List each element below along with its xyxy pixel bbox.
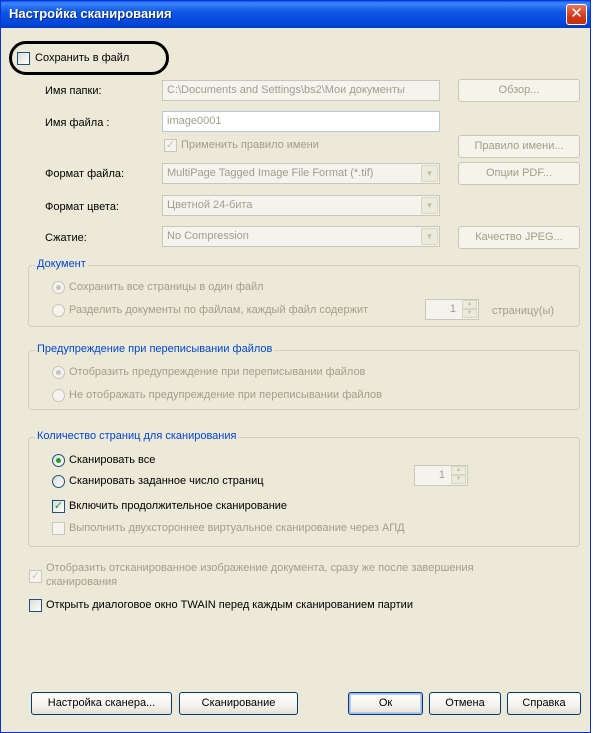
ok-button[interactable]: Ок — [348, 692, 423, 715]
show-warning-label: Отобразить предупреждение при переписыва… — [69, 366, 366, 378]
help-button[interactable]: Справка — [507, 692, 581, 715]
scan-count-label: Сканировать заданное число страниц — [69, 475, 264, 487]
folder-label: Имя папки: — [45, 85, 102, 97]
jpeg-quality-button[interactable]: Качество JPEG... — [458, 226, 580, 249]
show-image-label-line2: сканирования — [46, 576, 118, 588]
duplex-scan-checkbox[interactable] — [52, 522, 65, 535]
scan-all-radio[interactable] — [52, 454, 65, 467]
save-to-file-checkbox[interactable] — [17, 52, 30, 65]
spin-down-icon[interactable]: ▼ — [451, 475, 466, 484]
page-count-value: 1 — [438, 469, 445, 481]
duplex-scan-label: Выполнить двухстороннее виртуальное скан… — [69, 522, 405, 534]
color-format-value: Цветной 24-бита — [167, 199, 253, 211]
split-files-label: Разделить документы по файлам, каждый фа… — [69, 304, 369, 316]
hide-warning-label: Не отображать предупреждение при перепис… — [69, 389, 383, 401]
folder-input[interactable]: C:\Documents and Settings\bs2\Мои докуме… — [162, 80, 440, 101]
compression-select[interactable]: No Compression ▼ — [162, 226, 440, 247]
window-title: Настройка сканирования — [9, 6, 172, 21]
title-bar[interactable]: Настройка сканирования ✕ — [1, 1, 590, 28]
compression-value: No Compression — [167, 230, 249, 242]
scanner-setup-button[interactable]: Настройка сканера... — [31, 692, 172, 715]
continuous-scan-checkbox[interactable]: ✓ — [52, 500, 65, 513]
single-file-label: Сохранить все страницы в один файл — [69, 281, 264, 293]
apply-rule-checkbox[interactable]: ✓ — [164, 139, 177, 152]
chevron-down-icon[interactable]: ▼ — [421, 165, 438, 182]
chevron-down-icon[interactable]: ▼ — [421, 197, 438, 214]
pages-suffix-label: страницу(ы) — [492, 305, 555, 317]
page-count-spinner[interactable]: 1 ▲ ▼ — [414, 465, 468, 486]
cancel-button[interactable]: Отмена — [429, 692, 501, 715]
document-group-caption: Документ — [35, 258, 88, 270]
scan-settings-dialog: Настройка сканирования ✕ Сохранить в фай… — [0, 0, 591, 733]
show-warning-radio[interactable] — [52, 366, 65, 379]
document-group: Документ — [28, 258, 580, 327]
pages-group-caption: Количество страниц для сканирования — [35, 430, 239, 442]
single-file-radio[interactable] — [52, 281, 65, 294]
spin-up-icon[interactable]: ▲ — [462, 300, 477, 309]
color-format-label: Формат цвета: — [45, 201, 119, 213]
pages-per-file-spinner[interactable]: 1 ▲ ▼ — [425, 299, 479, 320]
browse-button[interactable]: Обзор... — [458, 79, 580, 102]
save-to-file-label: Сохранить в файл — [35, 52, 130, 64]
show-image-checkbox[interactable]: ✓ — [29, 570, 42, 583]
scan-count-radio[interactable] — [52, 475, 65, 488]
file-name-label: Имя файла : — [45, 117, 110, 129]
naming-rule-button[interactable]: Правило имени... — [458, 135, 580, 158]
file-format-label: Формат файла: — [45, 168, 125, 180]
apply-rule-label: Применить правило имени — [181, 139, 319, 151]
scan-all-label: Сканировать все — [69, 454, 156, 466]
split-files-radio[interactable] — [52, 304, 65, 317]
pdf-options-button[interactable]: Опции PDF... — [458, 162, 580, 185]
chevron-down-icon[interactable]: ▼ — [421, 228, 438, 245]
spin-down-icon[interactable]: ▼ — [462, 309, 477, 318]
close-icon: ✕ — [570, 5, 583, 22]
file-name-input[interactable]: image0001 — [162, 111, 440, 132]
color-format-select[interactable]: Цветной 24-бита ▼ — [162, 195, 440, 216]
hide-warning-radio[interactable] — [52, 389, 65, 402]
continuous-scan-label: Включить продолжительное сканирование — [69, 500, 288, 512]
file-format-select[interactable]: MultiPage Tagged Image File Format (*.ti… — [162, 163, 440, 184]
file-format-value: MultiPage Tagged Image File Format (*.ti… — [167, 167, 374, 179]
spin-up-icon[interactable]: ▲ — [451, 466, 466, 475]
overwrite-warning-group: Предупреждение при переписывании файлов — [28, 343, 580, 410]
pages-per-file-value: 1 — [449, 303, 456, 315]
scan-button[interactable]: Сканирование — [179, 692, 298, 715]
compression-label: Сжатие: — [45, 232, 87, 244]
twain-dialog-checkbox[interactable] — [29, 599, 42, 612]
twain-dialog-label: Открыть диалоговое окно TWAIN перед кажд… — [46, 599, 413, 611]
show-image-label-line1: Отобразить отсканированное изображение д… — [46, 562, 474, 574]
close-button[interactable]: ✕ — [566, 4, 587, 25]
overwrite-group-caption: Предупреждение при переписывании файлов — [35, 343, 275, 355]
